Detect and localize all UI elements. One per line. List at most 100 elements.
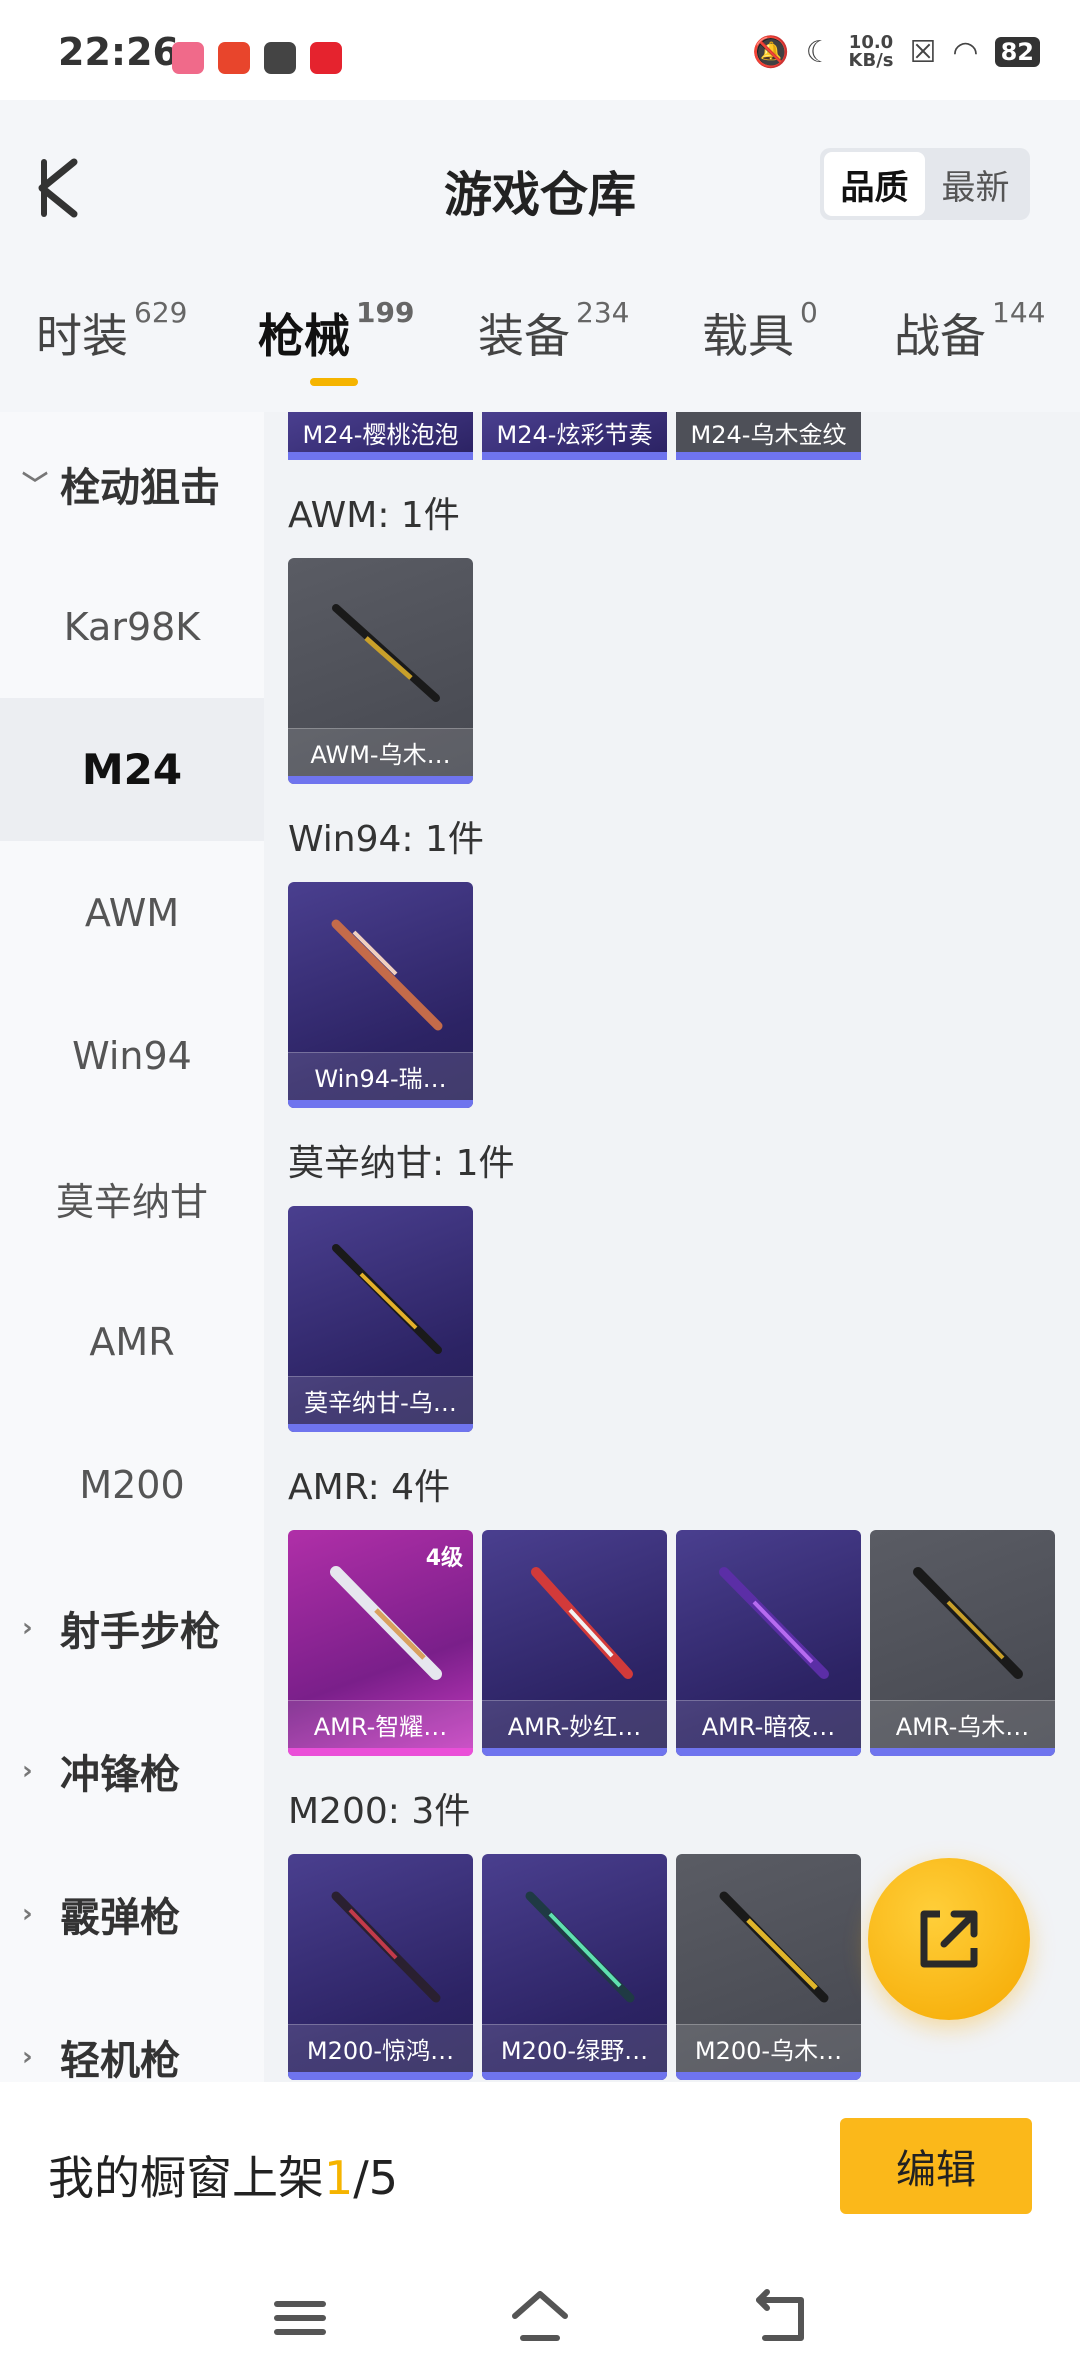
- moon-icon: ☾: [805, 34, 833, 70]
- item-card[interactable]: 4级 AMR-智耀…: [288, 1530, 473, 1756]
- tab-count: 629: [134, 296, 188, 329]
- item-name: AMR-智耀…: [288, 1700, 473, 1748]
- tab-count: 199: [356, 296, 415, 329]
- status-time: 22:26: [58, 30, 179, 74]
- sidebar-group-smg[interactable]: › 冲锋枪: [0, 1699, 264, 1842]
- mute-bell-icon: 🔕: [752, 34, 790, 70]
- sidebar-item-m200[interactable]: M200: [0, 1413, 264, 1556]
- chevron-right-icon: ›: [22, 1612, 33, 1643]
- sidebar-group-bolt-action[interactable]: ﹀ 栓动狙击: [0, 412, 264, 555]
- back-nav-icon[interactable]: [745, 2282, 815, 2352]
- item-name: M200-乌木…: [676, 2024, 861, 2072]
- item-card[interactable]: Win94-瑞…: [288, 882, 473, 1108]
- tab-label: 战备: [894, 309, 986, 363]
- sidebar-item-label: M24: [81, 745, 183, 794]
- section-title-amr: AMR: 4件: [288, 1467, 451, 1508]
- tab-label: 枪械: [258, 309, 350, 363]
- home-icon[interactable]: [505, 2282, 575, 2352]
- sort-toggle[interactable]: 品质 最新: [820, 148, 1030, 220]
- mail-icon: [264, 42, 296, 74]
- sidebar-item-label: 莫辛纳甘: [55, 1180, 208, 1224]
- sidebar-group-label: 霰弹枪: [60, 1894, 180, 1941]
- sidebar-group-label: 轻机枪: [60, 2037, 180, 2083]
- rifle-icon: [331, 1891, 441, 2003]
- item-card[interactable]: 莫辛纳甘-乌…: [288, 1206, 473, 1432]
- rifle-icon: [531, 1567, 633, 1679]
- rarity-bar: [482, 1748, 667, 1756]
- status-icons: 🔕 ☾ 10.0 KB/s ☒ ◠ 82: [752, 34, 1040, 70]
- bottom-bar: 我的橱窗上架1/5 编辑: [0, 2082, 1080, 2262]
- item-name: AMR-暗夜…: [676, 1700, 861, 1748]
- rarity-bar: [288, 1100, 473, 1108]
- tab-fashion[interactable]: 时装 629: [36, 296, 187, 366]
- sim-icon: ☒: [909, 34, 937, 70]
- rarity-bar: [288, 1424, 473, 1432]
- chevron-down-icon: ﹀: [22, 471, 49, 501]
- showcase-current: 1: [324, 2151, 354, 2205]
- item-card[interactable]: AMR-妙红…: [482, 1530, 667, 1756]
- rifle-icon: [332, 604, 440, 702]
- section-title-m200: M200: 3件: [288, 1791, 471, 1832]
- tab-equipment[interactable]: 装备 234: [478, 296, 629, 366]
- rarity-bar: [676, 1748, 861, 1756]
- rifle-icon: [913, 1567, 1023, 1679]
- wifi-icon: ◠: [952, 34, 979, 70]
- chevron-right-icon: ›: [22, 2041, 33, 2072]
- sidebar-item-label: Kar98K: [63, 604, 201, 649]
- tab-count: 234: [576, 296, 630, 329]
- system-nav-bar: [0, 2262, 1080, 2376]
- sidebar-item-awm[interactable]: AWM: [0, 841, 264, 984]
- item-card-partial[interactable]: M24-炫彩节奏: [482, 412, 667, 460]
- sidebar-group-label: 冲锋枪: [60, 1751, 180, 1798]
- sidebar-item-label: M200: [79, 1462, 185, 1507]
- tab-guns[interactable]: 枪械 199: [258, 296, 414, 366]
- active-tab-indicator: [310, 378, 358, 386]
- item-name: M200-惊鸿…: [288, 2024, 473, 2072]
- sort-latest-option[interactable]: 最新: [925, 152, 1026, 216]
- tab-vehicles[interactable]: 载具 0: [702, 296, 818, 366]
- shopping-app-icon: [218, 42, 250, 74]
- item-card[interactable]: AMR-乌木…: [870, 1530, 1055, 1756]
- edit-button[interactable]: 编辑: [840, 2118, 1032, 2214]
- app-notification-icon: [172, 42, 204, 74]
- sidebar-group-label: 栓动狙击: [60, 464, 220, 511]
- item-name: M24-炫彩节奏: [496, 420, 653, 449]
- tab-supplies[interactable]: 战备 144: [894, 296, 1045, 366]
- battery-indicator: 82: [994, 37, 1040, 67]
- item-card[interactable]: M200-乌木…: [676, 1854, 861, 2080]
- item-card[interactable]: AWM-乌木…: [288, 558, 473, 784]
- section-title-win94: Win94: 1件: [288, 819, 484, 860]
- showcase-label: 我的橱窗上架: [48, 2151, 324, 2205]
- game-warehouse-page: 22:26 🔕 ☾ 10.0 KB/s ☒ ◠ 82 游戏仓库 品质 最新 时装…: [0, 0, 1080, 2376]
- sidebar-item-kar98k[interactable]: Kar98K: [0, 555, 264, 698]
- menu-icon[interactable]: [265, 2282, 335, 2352]
- item-name: AMR-妙红…: [482, 1700, 667, 1748]
- item-card[interactable]: M200-惊鸿…: [288, 1854, 473, 2080]
- external-link-icon: [920, 1910, 978, 1968]
- rarity-bar: [288, 2072, 473, 2080]
- sidebar-item-mosin[interactable]: 莫辛纳甘: [0, 1127, 264, 1270]
- sidebar-group-marksman[interactable]: › 射手步枪: [0, 1556, 264, 1699]
- item-card-partial[interactable]: M24-樱桃泡泡: [288, 412, 473, 460]
- item-name: M24-樱桃泡泡: [302, 420, 459, 449]
- rarity-bar: [482, 2072, 667, 2080]
- tab-label: 载具: [702, 309, 794, 363]
- rarity-bar: [676, 2072, 861, 2080]
- item-card[interactable]: AMR-暗夜…: [676, 1530, 861, 1756]
- rifle-icon: [719, 1891, 829, 2003]
- sort-quality-option[interactable]: 品质: [824, 152, 925, 216]
- share-fab-button[interactable]: [868, 1858, 1030, 2020]
- sidebar-group-shotgun[interactable]: › 霰弹枪: [0, 1842, 264, 1985]
- item-card-partial[interactable]: M24-乌木金纹: [676, 412, 861, 460]
- sidebar-item-amr[interactable]: AMR: [0, 1270, 264, 1413]
- sidebar-group-lmg[interactable]: › 轻机枪: [0, 1985, 264, 2083]
- item-name: M24-乌木金纹: [690, 420, 847, 449]
- red-app-icon: [310, 42, 342, 74]
- item-card[interactable]: M200-绿野…: [482, 1854, 667, 2080]
- tab-count: 0: [800, 296, 818, 329]
- sidebar-item-label: AWM: [84, 890, 180, 935]
- sidebar-item-m24[interactable]: M24: [0, 698, 264, 841]
- sidebar-item-win94[interactable]: Win94: [0, 984, 264, 1127]
- rarity-bar: [288, 1748, 473, 1756]
- header: 游戏仓库 品质 最新 时装 629 枪械 199 装备 234 载具 0 战备 144: [0, 100, 1080, 412]
